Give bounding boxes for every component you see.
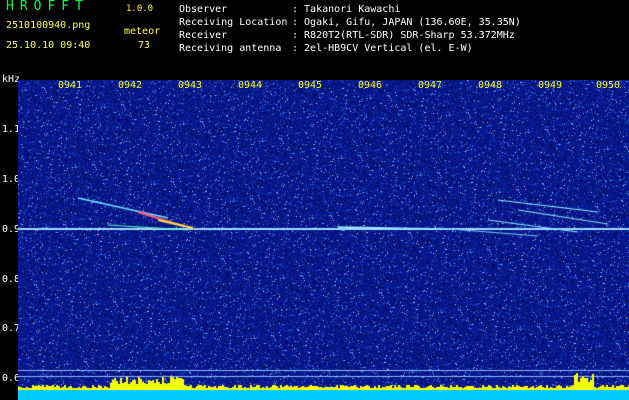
info-value: : Ogaki, Gifu, JAPAN (136.60E, 35.35N) xyxy=(292,17,521,28)
x-tick-label: 0942 xyxy=(118,80,143,91)
info-key: Receiving Location xyxy=(179,17,288,28)
x-tick-label: 0941 xyxy=(58,80,83,91)
file-name: 2510100940.png xyxy=(6,20,91,31)
x-tick-label: 0946 xyxy=(358,80,383,91)
info-row-location: Receiving Location : Ogaki, Gifu, JAPAN … xyxy=(179,17,521,30)
info-key: Observer xyxy=(179,4,228,15)
x-tick-label: 0944 xyxy=(238,80,263,91)
info-key: Receiver xyxy=(179,30,228,41)
date-time: 25.10.10 09:40 xyxy=(6,40,91,51)
info-row-receiver: Receiver : R820T2(RTL-SDR) SDR-Sharp 53.… xyxy=(179,30,521,43)
meteor-label: meteor xyxy=(124,26,161,37)
station-info: Observer : Takanori Kawachi Receiving Lo… xyxy=(179,4,521,56)
x-tick-label: 0945 xyxy=(298,80,323,91)
spectrogram xyxy=(18,80,629,400)
app-title: HROFFT xyxy=(6,0,89,14)
app-version: 1.0.0 xyxy=(126,4,154,14)
x-tick-label: 0948 xyxy=(478,80,503,91)
meteor-count: 73 xyxy=(138,40,151,51)
info-key: Receiving antenna xyxy=(179,43,282,54)
info-value: : 2el-HB9CV Vertical (el. E-W) xyxy=(292,43,473,54)
info-row-antenna: Receiving antenna : 2el-HB9CV Vertical (… xyxy=(179,43,521,56)
info-value: : R820T2(RTL-SDR) SDR-Sharp 53.372MHz xyxy=(292,30,515,41)
x-tick-label: 0947 xyxy=(418,80,443,91)
x-tick-label: 0943 xyxy=(178,80,203,91)
info-row-observer: Observer : Takanori Kawachi xyxy=(179,4,521,17)
x-tick-label: 0950 xyxy=(596,80,621,91)
x-tick-label: 0949 xyxy=(538,80,563,91)
hrofft-window: HROFFT 1.0.0 2510100940.png meteor 25.10… xyxy=(0,0,629,400)
info-value: : Takanori Kawachi xyxy=(292,4,401,15)
